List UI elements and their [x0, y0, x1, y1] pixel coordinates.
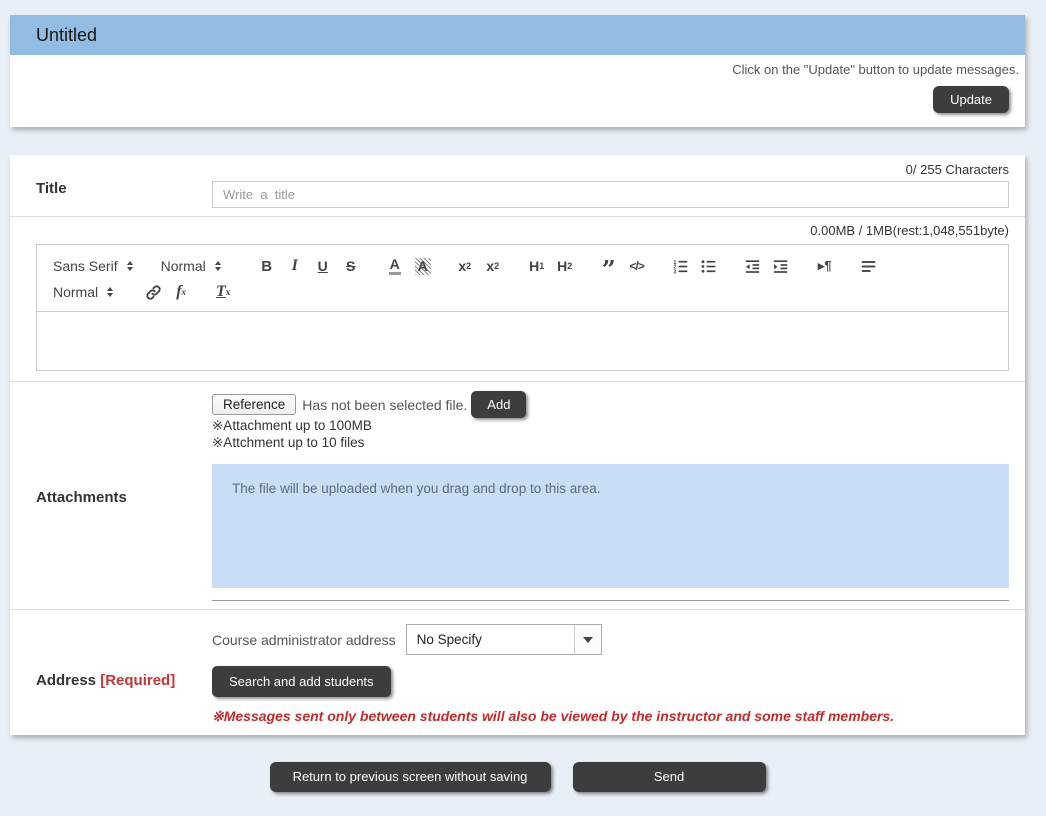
superscript-base: x: [486, 258, 494, 274]
upload-section-divider: [212, 600, 1009, 601]
editor-content[interactable]: [37, 312, 1008, 370]
course-admin-line: Course administrator address No Specify: [212, 624, 1009, 655]
indent-icon: [773, 259, 788, 274]
h2-base: H: [557, 258, 567, 274]
chevron-down-icon: [583, 637, 593, 643]
editor-row: 0.00MB / 1MB(rest:1,048,551byte) Sans Se…: [10, 217, 1025, 382]
file-dropzone[interactable]: The file will be uploaded when you drag …: [212, 464, 1009, 588]
title-input[interactable]: [212, 181, 1009, 208]
lineheight-picker[interactable]: Normal: [53, 284, 113, 300]
update-hint-area: Click on the "Update" button to update m…: [10, 55, 1025, 127]
course-admin-label: Course administrator address: [212, 632, 396, 648]
header-picker[interactable]: Normal: [161, 258, 221, 274]
message-form-panel: Title 0/ 255 Characters 0.00MB / 1MB(res…: [10, 155, 1025, 735]
outdent-icon: [745, 259, 760, 274]
editor-toolbar: Sans Serif Normal B I U S A A: [37, 245, 1008, 312]
align-left-icon: [861, 259, 876, 274]
clean-base: T: [216, 283, 226, 301]
strikethrough-button[interactable]: S: [337, 254, 365, 278]
file-select-line: Reference Has not been selected file. Ad…: [212, 391, 1009, 418]
title-row-content: 0/ 255 Characters: [212, 162, 1025, 208]
student-message-warning: ※Messages sent only between students wil…: [212, 708, 1009, 725]
picker-arrows-icon: [107, 287, 113, 297]
code-block-button[interactable]: </>: [623, 254, 651, 278]
heading2-button[interactable]: H2: [551, 254, 579, 278]
attachments-row-content: Reference Has not been selected file. Ad…: [212, 391, 1025, 601]
indent-button[interactable]: [767, 254, 795, 278]
attachment-size-note: ※Attachment up to 100MB: [212, 418, 1009, 435]
svg-text:3: 3: [674, 269, 677, 274]
ordered-list-icon: 123: [673, 259, 688, 274]
search-add-students-button[interactable]: Search and add students: [212, 666, 391, 697]
update-hint-text: Click on the "Update" button to update m…: [10, 62, 1021, 77]
align-button[interactable]: [855, 254, 883, 278]
text-color-icon: A: [389, 257, 401, 275]
clean-small: x: [226, 287, 231, 297]
lineheight-picker-label: Normal: [53, 284, 98, 300]
formula-small: x: [182, 287, 187, 297]
superscript-button[interactable]: x2: [479, 254, 507, 278]
bullet-list-button[interactable]: [695, 254, 723, 278]
attachments-row: Attachments Reference Has not been selec…: [10, 382, 1025, 610]
address-row-content: Course administrator address No Specify …: [212, 624, 1025, 725]
picker-arrows-icon: [215, 261, 221, 271]
blockquote-button[interactable]: ”: [595, 254, 623, 278]
dropzone-text: The file will be uploaded when you drag …: [232, 481, 601, 496]
superscript-small: 2: [494, 261, 499, 271]
select-dropdown-button[interactable]: [574, 625, 601, 654]
address-row: Address [Required] Course administrator …: [10, 610, 1025, 735]
text-color-button[interactable]: A: [381, 254, 409, 278]
formula-button[interactable]: fx: [167, 280, 195, 304]
clean-format-button[interactable]: Tx: [209, 280, 237, 304]
picker-arrows-icon: [127, 261, 133, 271]
course-admin-select-value: No Specify: [407, 625, 574, 654]
italic-button[interactable]: I: [281, 254, 309, 278]
send-button[interactable]: Send: [573, 762, 766, 792]
message-title-bar: Untitled: [10, 15, 1025, 55]
message-update-panel: Untitled Click on the "Update" button to…: [10, 15, 1025, 127]
title-row: Title 0/ 255 Characters: [10, 155, 1025, 217]
update-button[interactable]: Update: [933, 86, 1009, 113]
title-label: Title: [10, 162, 212, 208]
toolbar-row-1: Sans Serif Normal B I U S A A: [53, 253, 992, 279]
subscript-button[interactable]: x2: [451, 254, 479, 278]
bold-button[interactable]: B: [253, 254, 281, 278]
address-label-text: Address: [36, 672, 96, 689]
background-color-button[interactable]: A: [409, 254, 437, 278]
background-color-icon: A: [415, 258, 431, 275]
no-file-text: Has not been selected file.: [302, 397, 467, 413]
link-icon: [145, 284, 162, 301]
add-attachment-button[interactable]: Add: [471, 391, 526, 418]
title-char-counter: 0/ 255 Characters: [212, 162, 1009, 177]
return-without-saving-button[interactable]: Return to previous screen without saving: [270, 762, 551, 792]
h1-small: 1: [539, 261, 544, 271]
font-picker-label: Sans Serif: [53, 258, 118, 274]
header-picker-label: Normal: [161, 258, 206, 274]
underline-button[interactable]: U: [309, 254, 337, 278]
address-label: Address [Required]: [10, 624, 212, 725]
h1-base: H: [529, 258, 539, 274]
attachment-count-note: ※Attchment up to 10 files: [212, 435, 1009, 452]
font-picker[interactable]: Sans Serif: [53, 258, 133, 274]
text-direction-button[interactable]: ▸¶: [811, 254, 839, 278]
h2-small: 2: [567, 261, 572, 271]
footer-actions: Return to previous screen without saving…: [10, 762, 1025, 792]
link-button[interactable]: [139, 280, 167, 304]
subscript-small: 2: [466, 261, 471, 271]
bullet-list-icon: [701, 259, 716, 274]
required-badge: [Required]: [100, 672, 175, 689]
page-title: Untitled: [36, 25, 97, 46]
outdent-button[interactable]: [739, 254, 767, 278]
reference-button[interactable]: Reference: [212, 394, 296, 415]
editor-capacity-counter: 0.00MB / 1MB(rest:1,048,551byte): [36, 223, 1009, 238]
rich-text-editor: Sans Serif Normal B I U S A A: [36, 244, 1009, 371]
toolbar-row-2: Normal fx Tx: [53, 279, 992, 305]
course-admin-select[interactable]: No Specify: [406, 624, 602, 655]
ordered-list-button[interactable]: 123: [667, 254, 695, 278]
attachments-label: Attachments: [10, 391, 212, 601]
subscript-base: x: [458, 258, 466, 274]
heading1-button[interactable]: H1: [523, 254, 551, 278]
